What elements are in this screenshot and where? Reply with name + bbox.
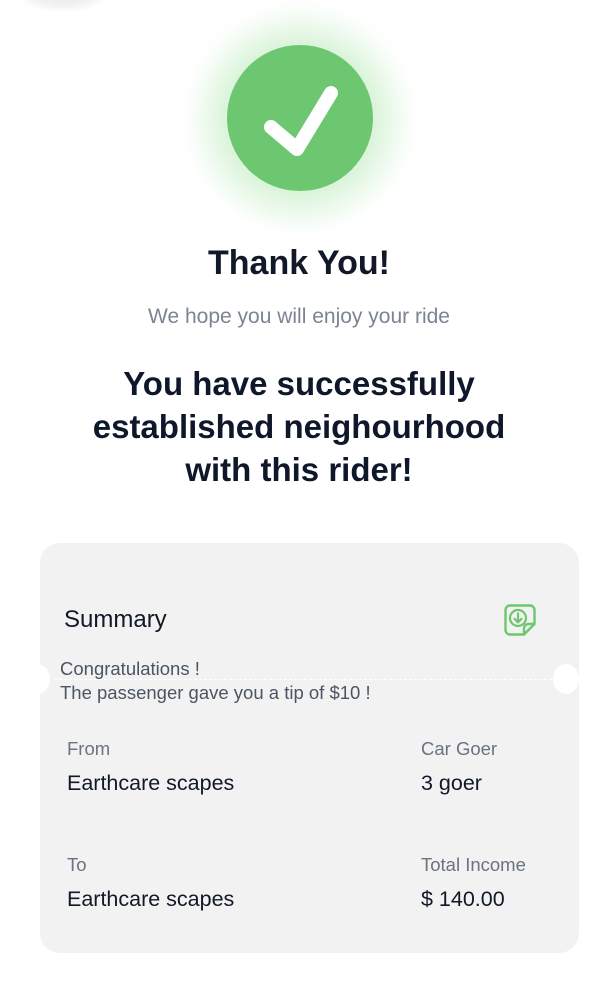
summary-title: Summary	[64, 606, 167, 633]
ticket-notch-left	[24, 664, 50, 694]
to-value: Earthcare scapes	[67, 887, 235, 911]
headline-line: You have successfully	[123, 365, 475, 402]
success-headline: You have successfully established neigho…	[0, 362, 598, 491]
tip-message: Congratulations ! The passenger gave you…	[60, 657, 371, 705]
top-left-shadow	[18, 0, 108, 12]
thank-you-subtitle: We hope you will enjoy your ride	[148, 305, 450, 328]
car-goer-label: Car Goer	[421, 738, 498, 759]
checkmark-icon	[264, 86, 338, 156]
summary-card: Summary Congratulations ! The passenger …	[24, 543, 579, 953]
to-label: To	[67, 854, 87, 875]
headline-line: with this rider!	[185, 451, 413, 488]
from-value: Earthcare scapes	[67, 771, 235, 795]
download-button[interactable]	[503, 603, 537, 637]
download-note-icon	[504, 604, 536, 636]
thank-you-title: Thank You!	[208, 244, 390, 282]
congrats-line: Congratulations !	[60, 658, 200, 679]
tip-line: The passenger gave you a tip of $10 !	[60, 682, 371, 703]
success-check-badge	[227, 45, 373, 191]
ticket-notch-right	[553, 664, 579, 694]
headline-line: established neighourhood	[92, 408, 506, 445]
car-goer-value: 3 goer	[421, 771, 482, 795]
total-income-value: $ 140.00	[421, 887, 505, 911]
total-income-label: Total Income	[421, 854, 526, 875]
from-label: From	[67, 738, 111, 759]
